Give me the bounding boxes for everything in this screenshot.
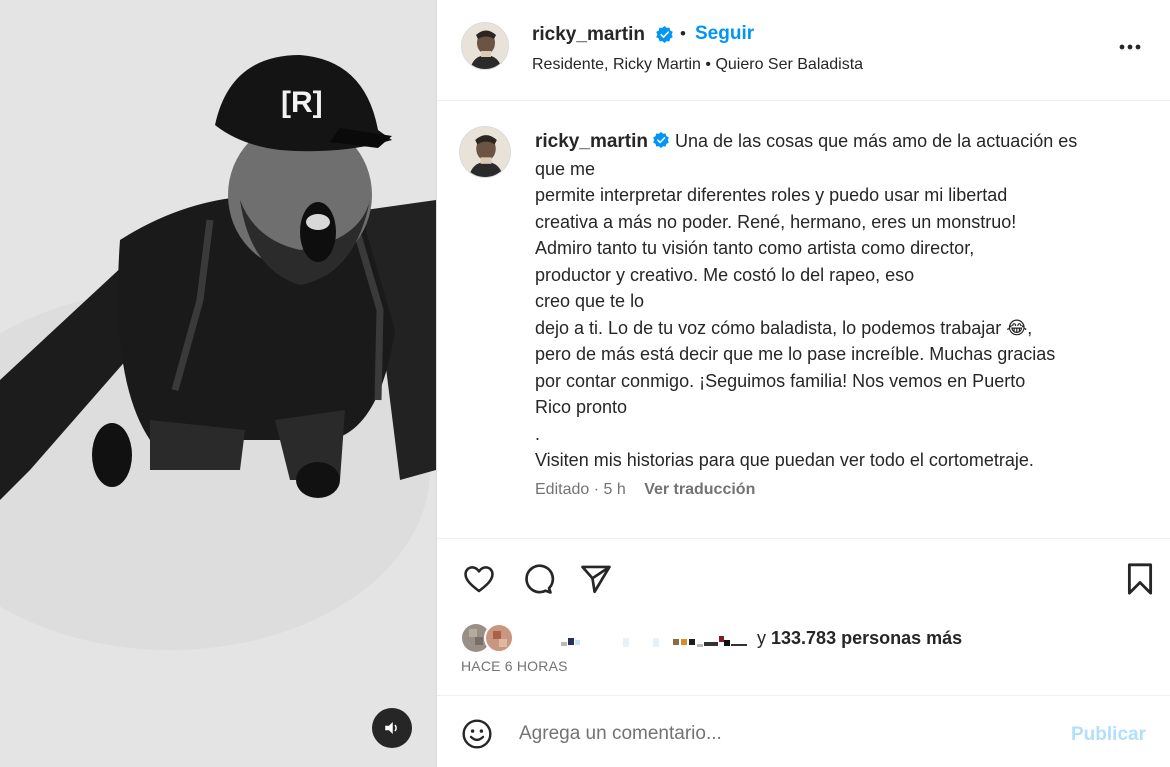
verified-badge-icon [656, 25, 673, 44]
verified-badge-icon [653, 131, 669, 149]
publish-comment-button[interactable]: Publicar [1071, 724, 1146, 746]
likes-count[interactable]: 133.783 personas más [771, 628, 962, 648]
comment-input[interactable] [519, 720, 1039, 748]
caption-text-block: ricky_martin Una de las cosas que más am… [535, 128, 1155, 474]
follow-button[interactable]: Seguir [695, 23, 754, 45]
header-separator: • [680, 24, 686, 43]
caption-meta: Editado · 5 h Ver traducción [535, 481, 755, 499]
post-photo: [R] [0, 0, 436, 767]
redacted-liker-names [561, 636, 747, 647]
caption-body: Una de las cosas que más amo de la actua… [535, 131, 1078, 470]
emoji-picker-icon[interactable] [461, 718, 493, 750]
action-bar [437, 540, 1170, 620]
like-heart-icon[interactable] [461, 562, 497, 596]
comment-composer: Publicar [437, 695, 1170, 767]
author-avatar[interactable] [461, 22, 509, 70]
see-translation-link[interactable]: Ver traducción [644, 481, 755, 498]
edited-timestamp: Editado · 5 h [535, 481, 626, 498]
share-send-icon[interactable] [579, 562, 613, 596]
instagram-post-modal: [R] ricky_martin • Seguir Residente, Ric… [0, 0, 1170, 767]
post-timestamp[interactable]: HACE 6 HORAS [461, 658, 568, 674]
caption-author-avatar[interactable] [459, 126, 511, 178]
post-details-panel: ricky_martin • Seguir Residente, Ricky M… [437, 0, 1170, 767]
caption-section: ricky_martin Una de las cosas que más am… [437, 101, 1170, 539]
avatar-image [462, 23, 508, 69]
author-username[interactable]: ricky_martin [532, 24, 645, 46]
mute-toggle-button[interactable] [372, 708, 412, 748]
speaker-icon [385, 722, 397, 734]
caption-username[interactable]: ricky_martin [535, 131, 648, 152]
post-header: ricky_martin • Seguir Residente, Ricky M… [437, 0, 1170, 101]
save-bookmark-icon[interactable] [1125, 562, 1155, 596]
comment-bubble-icon[interactable] [519, 562, 555, 596]
cap-logo: [R] [281, 86, 323, 119]
audio-credit-link[interactable]: Residente, Ricky Martin • Quiero Ser Bal… [532, 56, 863, 74]
post-media[interactable]: [R] [0, 0, 436, 767]
liker-avatars [462, 623, 514, 653]
likes-count-text[interactable]: y 133.783 personas más [757, 628, 962, 649]
more-options-icon[interactable] [1117, 36, 1143, 58]
avatar-image [460, 127, 510, 177]
likes-summary[interactable]: y 133.783 personas más [461, 620, 1161, 656]
likes-prefix: y [757, 628, 772, 648]
